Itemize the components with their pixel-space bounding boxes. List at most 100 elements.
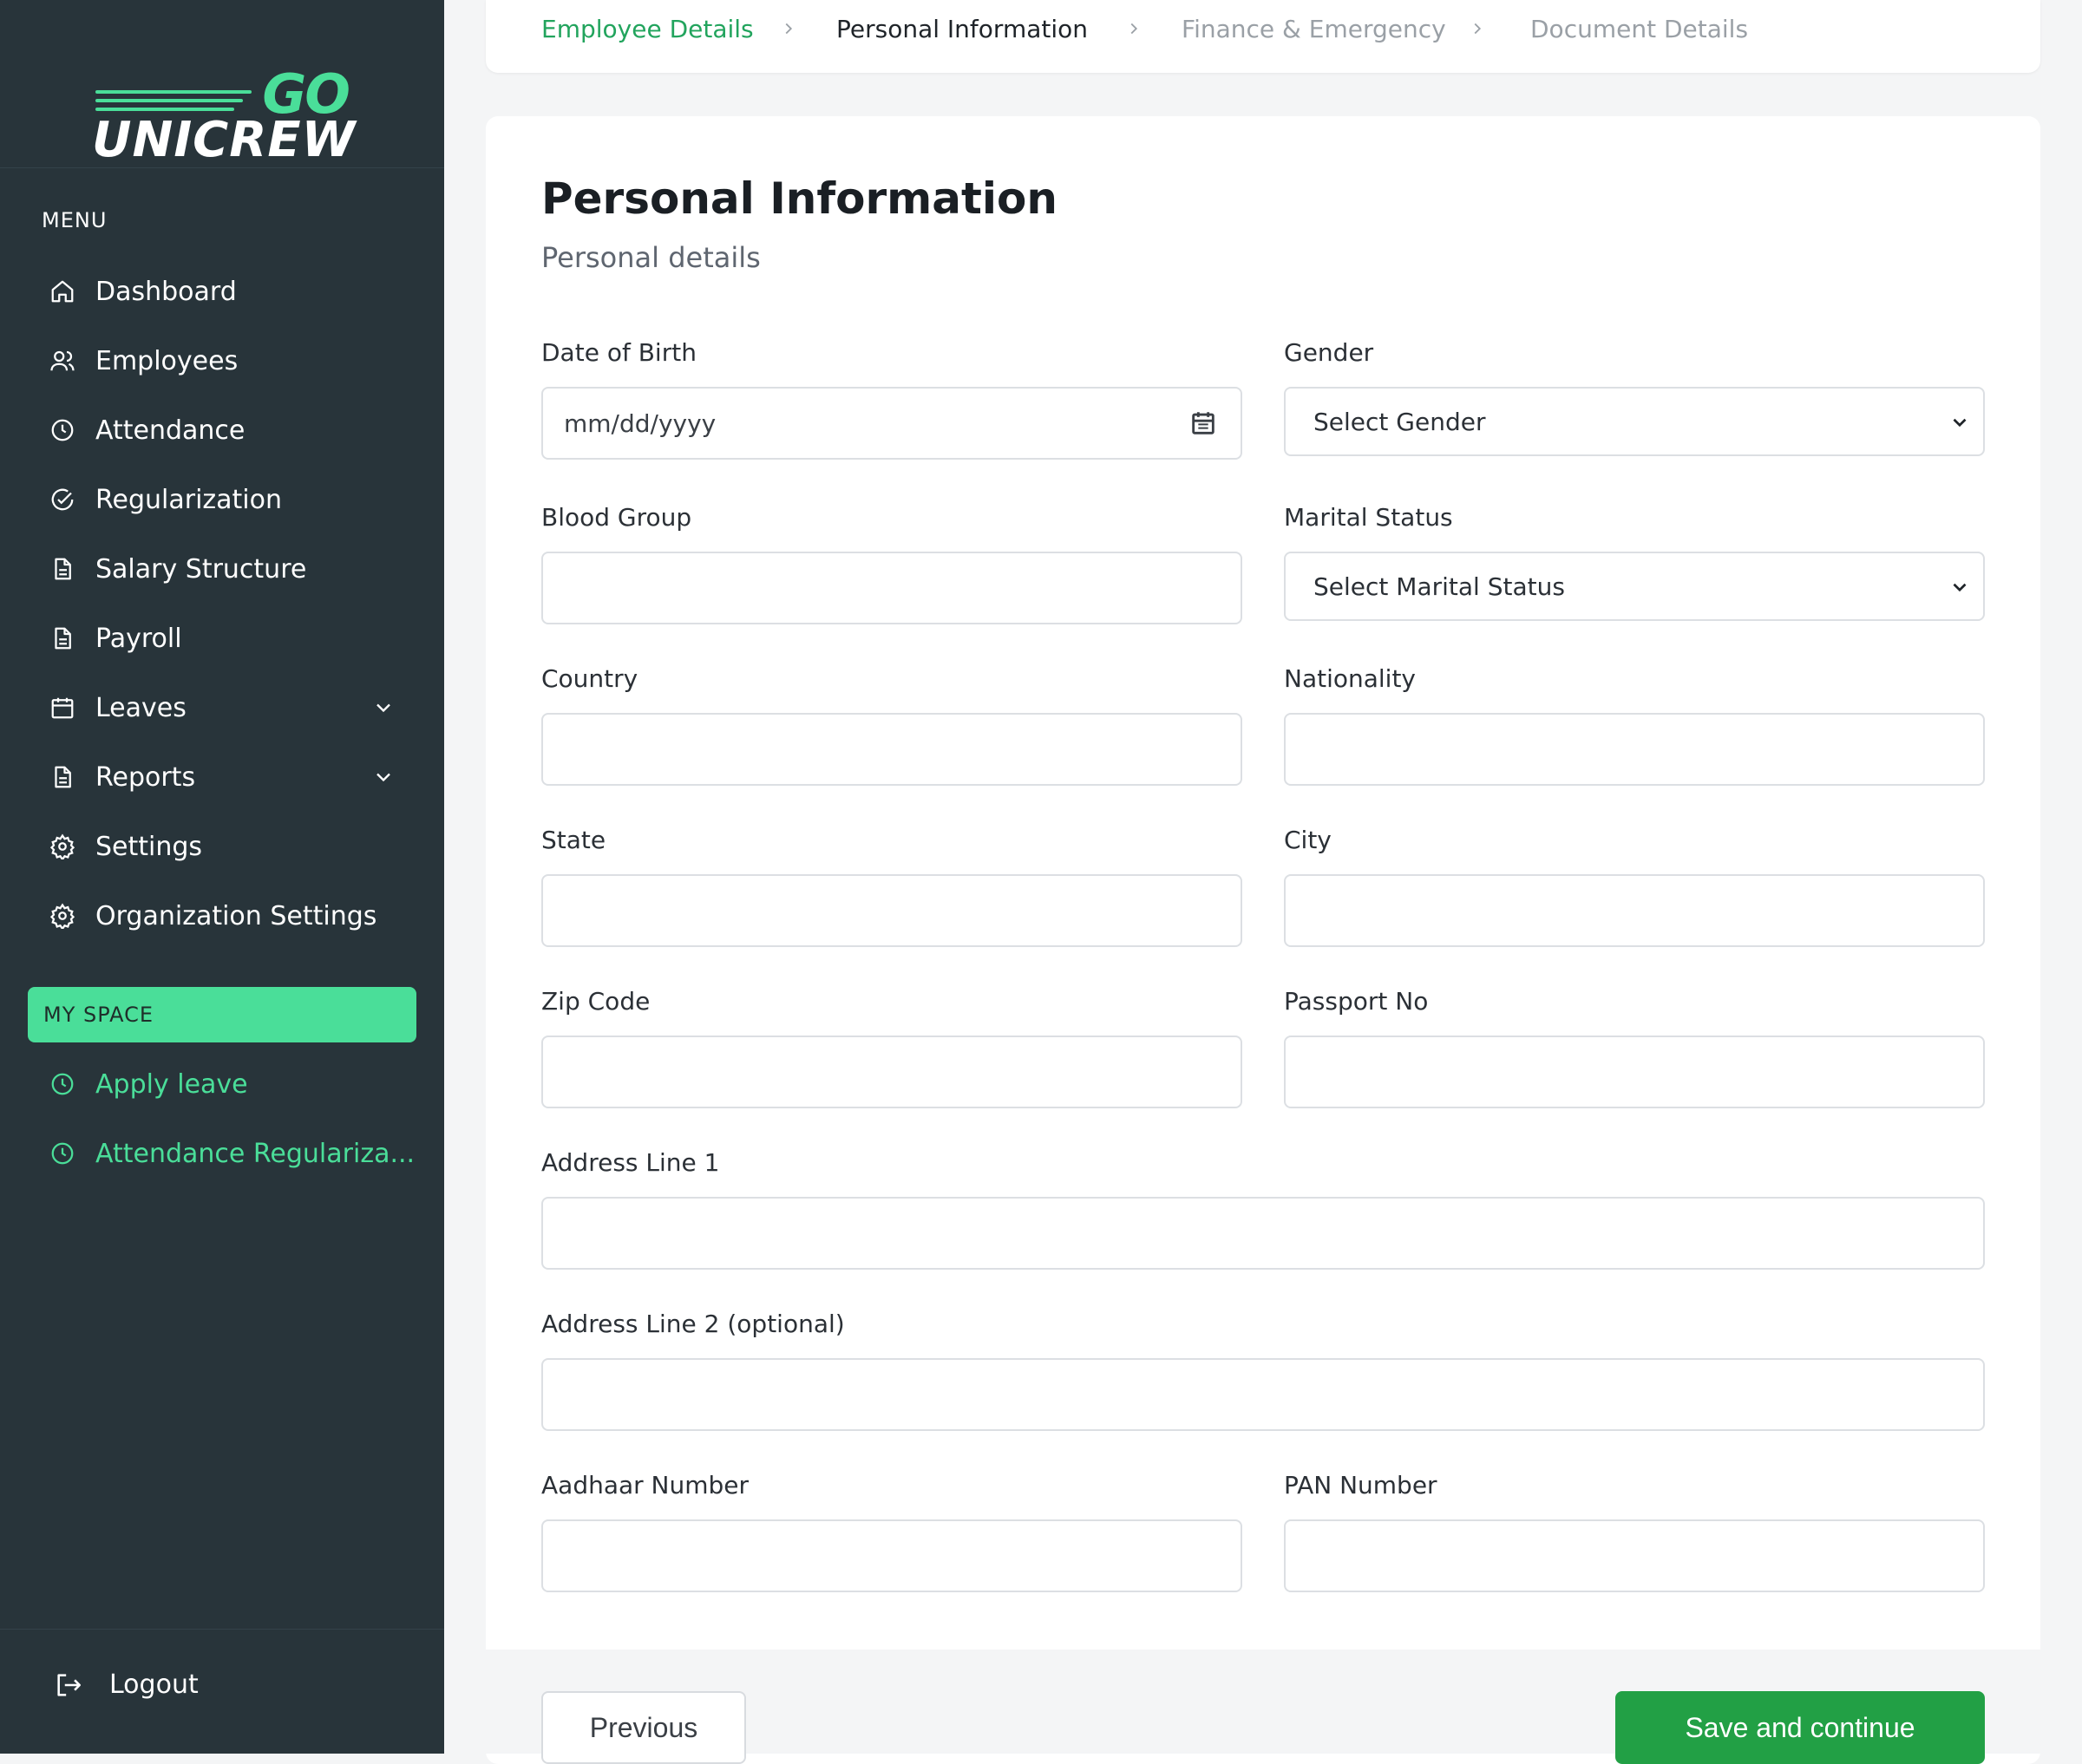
city-input[interactable] [1284,874,1985,947]
zip-code-label: Zip Code [541,987,651,1016]
sidebar-item-attendance-regularization[interactable]: Attendance Regulariza... [28,1119,416,1188]
logo-unicrew: UNICREW [92,111,357,168]
sidebar-footer: Logout [0,1629,444,1754]
marital-status-select[interactable]: Select Marital Status [1284,552,1985,621]
save-and-continue-button[interactable]: Save and continue [1615,1691,1985,1764]
passport-input[interactable] [1284,1036,1985,1108]
users-icon [49,347,76,375]
chevron-down-icon [1953,583,1967,592]
sidebar-item-apply-leave[interactable]: Apply leave [28,1049,416,1119]
chevron-right-icon [1130,23,1138,35]
sidebar-item-label: Settings [95,831,203,862]
my-space-nav: Apply leave Attendance Regulariza... [28,1049,416,1188]
pan-label: PAN Number [1284,1471,1437,1499]
dob-input[interactable] [541,387,1242,460]
state-input[interactable] [541,874,1242,947]
chevron-right-icon [1474,23,1482,35]
aadhaar-input[interactable] [541,1519,1242,1592]
sidebar-item-payroll[interactable]: Payroll [28,604,416,673]
pan-input[interactable] [1284,1519,1985,1592]
sidebar-item-regularization[interactable]: Regularization [28,465,416,534]
sidebar-item-reports[interactable]: Reports [28,742,416,812]
sidebar-item-organization-settings[interactable]: Organization Settings [28,881,416,951]
document-icon [49,624,76,652]
step-employee-details[interactable]: Employee Details [541,12,754,47]
sidebar-nav: Dashboard Employees Attendance Regulariz… [28,257,416,951]
personal-information-card: Personal Information Personal details Da… [486,116,2040,1764]
sidebar: GO UNICREW MENU Dashboard Employees Atte… [0,0,444,1754]
country-label: Country [541,664,638,693]
form-actions: Previous Save and continue [486,1650,2040,1764]
clock-icon [49,1140,76,1167]
logout-button[interactable]: Logout [54,1669,199,1700]
menu-heading: MENU [42,208,108,232]
sidebar-item-label: Organization Settings [95,900,377,931]
gear-icon [49,902,76,930]
home-icon [49,278,76,305]
gender-select-value: Select Gender [1313,407,1486,436]
sidebar-item-label: Employees [95,345,239,376]
sidebar-item-leaves[interactable]: Leaves [28,673,416,742]
calendar-icon [49,694,76,722]
sidebar-item-employees[interactable]: Employees [28,326,416,395]
logo-speed-line [95,98,243,102]
chevron-down-icon[interactable] [371,765,396,789]
check-circle-icon [49,486,76,513]
step-personal-information[interactable]: Personal Information [836,12,1088,47]
sidebar-item-label: Leaves [95,692,187,723]
address-line-2-label: Address Line 2 (optional) [541,1310,845,1338]
logo[interactable]: GO UNICREW [92,36,355,166]
marital-status-label: Marital Status [1284,503,1453,532]
logo-area: GO UNICREW [0,0,444,168]
gender-label: Gender [1284,338,1374,367]
blood-group-input[interactable] [541,552,1242,624]
sidebar-item-label: Payroll [95,623,182,654]
sidebar-item-label: Dashboard [95,276,237,307]
nationality-input[interactable] [1284,713,1985,786]
clock-icon [49,416,76,444]
address-line-1-label: Address Line 1 [541,1148,720,1177]
previous-button[interactable]: Previous [541,1691,746,1764]
logo-speed-line [95,89,252,94]
document-icon [49,763,76,791]
gear-icon [49,833,76,860]
sidebar-item-label: Salary Structure [95,553,307,585]
step-document-details[interactable]: Document Details [1530,12,1748,47]
zip-code-input[interactable] [541,1036,1242,1108]
sidebar-item-attendance[interactable]: Attendance [28,395,416,465]
logout-icon [57,1673,82,1696]
aadhaar-label: Aadhaar Number [541,1471,750,1499]
clock-icon [49,1070,76,1098]
chevron-down-icon [1953,418,1967,428]
page-subtitle: Personal details [541,241,761,274]
step-finance-emergency[interactable]: Finance & Emergency [1182,12,1446,47]
passport-label: Passport No [1284,987,1429,1016]
marital-status-select-value: Select Marital Status [1313,572,1565,601]
address-line-2-input[interactable] [541,1358,1985,1431]
sidebar-item-label: Attendance [95,415,246,446]
sidebar-item-salary-structure[interactable]: Salary Structure [28,534,416,604]
form-stepper: Employee Details Personal Information Fi… [486,0,2040,73]
blood-group-label: Blood Group [541,503,692,532]
sidebar-item-label: Apply leave [95,1068,248,1100]
sidebar-item-settings[interactable]: Settings [28,812,416,881]
chevron-down-icon[interactable] [371,696,396,720]
document-icon [49,555,76,583]
calendar-icon[interactable] [1188,408,1218,438]
address-line-1-input[interactable] [541,1197,1985,1270]
chevron-right-icon [785,23,793,35]
sidebar-item-label: Attendance Regulariza... [95,1138,416,1169]
nationality-label: Nationality [1284,664,1417,693]
sidebar-item-dashboard[interactable]: Dashboard [28,257,416,326]
gender-select[interactable]: Select Gender [1284,387,1985,456]
state-label: State [541,826,606,854]
sidebar-item-label: Reports [95,761,196,793]
dob-label: Date of Birth [541,338,697,367]
country-input[interactable] [541,713,1242,786]
my-space-heading: MY SPACE [28,987,416,1042]
sidebar-item-label: Regularization [95,484,282,515]
logout-label: Logout [109,1669,199,1700]
logo-speed-line [95,107,234,111]
page-title: Personal Information [541,173,1057,224]
city-label: City [1284,826,1332,854]
